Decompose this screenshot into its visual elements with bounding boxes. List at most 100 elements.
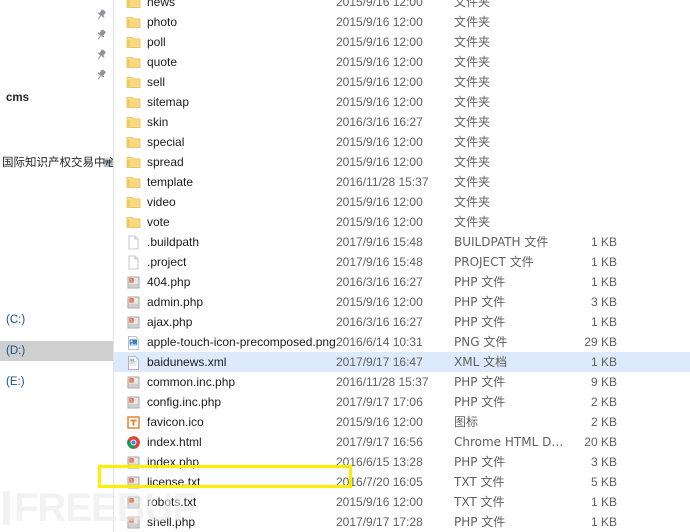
file-name-cell: template bbox=[147, 175, 194, 189]
file-size-cell: 1 KB bbox=[590, 235, 617, 249]
file-row[interactable]: .buildpath 2017/9/16 15:48 BUILDPATH 文件 1 K… bbox=[114, 232, 690, 252]
nav-item[interactable]: cms bbox=[0, 88, 113, 108]
file-row[interactable]: 5 404.php 2016/3/16 16:27 PHP 文件 1 KB bbox=[114, 272, 690, 292]
file-row[interactable]: 5 robots.txt 2015/9/16 12:00 TXT 文件 1 KB bbox=[114, 492, 690, 512]
file-date-cell: 2016/3/16 16:27 bbox=[336, 275, 423, 289]
file-size-cell bbox=[557, 72, 617, 92]
file-row[interactable]: template 2016/11/28 15:37 文件夹 bbox=[114, 172, 690, 192]
file-size-cell bbox=[557, 0, 617, 12]
php-file-icon: 5 bbox=[126, 375, 141, 390]
file-type-cell: 文件夹 bbox=[454, 35, 491, 49]
file-size-cell: 20 KB bbox=[584, 435, 617, 449]
file-row[interactable]: apple-touch-icon-precomposed.png 2016/6/1… bbox=[114, 332, 690, 352]
file-row[interactable]: 5 config.inc.php 2017/9/17 17:06 PHP 文件 2 KB bbox=[114, 392, 690, 412]
pin-icon[interactable] bbox=[94, 8, 108, 22]
file-row[interactable]: index.html 2017/9/17 16:56 Chrome HTML D… 2… bbox=[114, 432, 690, 452]
file-row[interactable]: 5 ajax.php 2016/3/16 16:27 PHP 文件 1 KB bbox=[114, 312, 690, 332]
navigation-pane[interactable]: cms 国际知识产权交易中心金 (C:) (D:) (E:) bbox=[0, 0, 114, 532]
file-size-cell bbox=[557, 132, 617, 152]
file-size-cell: 1 KB bbox=[590, 495, 617, 509]
file-row[interactable]: .project 2017/9/16 15:48 PROJECT 文件 1 KB bbox=[114, 252, 690, 272]
folder-icon bbox=[126, 15, 141, 30]
file-row[interactable]: news 2015/9/16 12:00 文件夹 bbox=[114, 0, 690, 12]
file-type-cell: 文件夹 bbox=[454, 195, 491, 209]
pin-icon[interactable] bbox=[94, 68, 108, 82]
pin-icon[interactable] bbox=[94, 28, 108, 42]
file-size-cell: 1 KB bbox=[590, 275, 617, 289]
nav-item[interactable]: (D:) bbox=[0, 341, 113, 361]
file-date-cell: 2016/7/20 16:05 bbox=[336, 475, 423, 489]
nav-item[interactable]: (C:) bbox=[0, 310, 113, 330]
file-name-cell: .buildpath bbox=[147, 235, 200, 249]
nav-item[interactable]: 国际知识产权交易中心金 bbox=[0, 152, 113, 172]
file-date-cell: 2015/9/16 12:00 bbox=[336, 35, 423, 49]
file-row[interactable]: special 2015/9/16 12:00 文件夹 bbox=[114, 132, 690, 152]
file-row[interactable]: sitemap 2015/9/16 12:00 文件夹 bbox=[114, 92, 690, 112]
file-row[interactable]: photo 2015/9/16 12:00 文件夹 bbox=[114, 12, 690, 32]
pin-icon[interactable] bbox=[94, 48, 108, 62]
nav-item-label: cms bbox=[6, 92, 30, 104]
file-date-cell: 2015/9/16 12:00 bbox=[336, 75, 423, 89]
file-row[interactable]: baidunews.xml 2017/9/17 16:47 XML 文档 1 KB bbox=[114, 352, 690, 372]
file-row[interactable]: 5 admin.php 2015/9/16 12:00 PHP 文件 3 KB bbox=[114, 292, 690, 312]
freebuf-watermark: FREEBUF bbox=[2, 486, 197, 530]
php-file-icon: 5 bbox=[126, 395, 141, 410]
folder-icon bbox=[126, 75, 141, 90]
file-row[interactable]: 5 index.php 2016/6/15 13:28 PHP 文件 3 KB bbox=[114, 452, 690, 472]
file-date-cell: 2015/9/16 12:00 bbox=[336, 195, 423, 209]
file-date-cell: 2016/6/14 10:31 bbox=[336, 335, 423, 349]
file-row[interactable]: video 2015/9/16 12:00 文件夹 bbox=[114, 192, 690, 212]
file-name-cell: index.php bbox=[147, 455, 200, 469]
file-explorer-window: cms 国际知识产权交易中心金 (C:) (D:) (E:) news 2015/9/16… bbox=[0, 0, 690, 532]
chrome-html-icon bbox=[126, 435, 141, 450]
file-row[interactable]: poll 2015/9/16 12:00 文件夹 bbox=[114, 32, 690, 52]
file-row[interactable]: spread 2015/9/16 12:00 文件夹 bbox=[114, 152, 690, 172]
file-size-cell bbox=[557, 212, 617, 232]
file-name-cell: special bbox=[147, 135, 185, 149]
file-size-cell: 1 KB bbox=[590, 355, 617, 369]
file-name-cell: baidunews.xml bbox=[147, 355, 227, 369]
nav-item-label: 国际知识产权交易中心金 bbox=[2, 155, 113, 169]
file-row[interactable]: 5 license.txt 2016/7/20 16:05 TXT 文件 5 KB bbox=[114, 472, 690, 492]
file-row[interactable]: skin 2016/3/16 16:27 文件夹 bbox=[114, 112, 690, 132]
file-date-cell: 2017/9/16 15:48 bbox=[336, 255, 423, 269]
file-name-cell: .project bbox=[147, 255, 187, 269]
file-row[interactable]: 5 common.inc.php 2016/11/28 15:37 PHP 文件 9 K… bbox=[114, 372, 690, 392]
file-row[interactable]: sell 2015/9/16 12:00 文件夹 bbox=[114, 72, 690, 92]
nav-item-label: (C:) bbox=[6, 314, 26, 326]
file-date-cell: 2016/11/28 15:37 bbox=[336, 375, 429, 389]
file-row[interactable]: 5 shell.php 2017/9/17 17:28 PHP 文件 1 KB bbox=[114, 512, 690, 532]
file-name-cell: config.inc.php bbox=[147, 395, 222, 409]
file-row[interactable]: vote 2015/9/16 12:00 文件夹 bbox=[114, 212, 690, 232]
file-size-cell bbox=[557, 32, 617, 52]
file-size-cell: 1 KB bbox=[590, 255, 617, 269]
watermark-text: FREEBUF bbox=[14, 486, 197, 530]
file-type-cell: 文件夹 bbox=[454, 175, 491, 189]
file-list[interactable]: news 2015/9/16 12:00 文件夹 photo 2015/9/16 12:… bbox=[114, 0, 690, 532]
file-name-cell: spread bbox=[147, 155, 184, 169]
file-row[interactable]: quote 2015/9/16 12:00 文件夹 bbox=[114, 52, 690, 72]
file-type-cell: PHP 文件 bbox=[454, 315, 506, 329]
nav-item[interactable]: (E:) bbox=[0, 372, 113, 392]
file-date-cell: 2015/9/16 12:00 bbox=[336, 415, 423, 429]
folder-icon bbox=[126, 55, 141, 70]
file-name-cell: favicon.ico bbox=[147, 415, 204, 429]
nav-item-label: (E:) bbox=[6, 376, 25, 388]
file-name-cell: poll bbox=[147, 35, 166, 49]
file-type-cell: 文件夹 bbox=[454, 0, 491, 9]
folder-icon bbox=[126, 115, 141, 130]
file-row[interactable]: favicon.ico 2015/9/16 12:00 图标 2 KB bbox=[114, 412, 690, 432]
file-size-cell: 29 KB bbox=[584, 335, 617, 349]
file-name-cell: apple-touch-icon-precomposed.png bbox=[147, 335, 336, 349]
file-name-cell: ajax.php bbox=[147, 315, 193, 329]
ico-file-icon bbox=[126, 415, 141, 430]
watermark-bar bbox=[3, 491, 10, 525]
file-name-cell: common.inc.php bbox=[147, 375, 236, 389]
file-type-cell: 文件夹 bbox=[454, 75, 491, 89]
file-name-cell: admin.php bbox=[147, 295, 204, 309]
file-size-cell bbox=[557, 192, 617, 212]
file-type-cell: Chrome HTML D… bbox=[454, 435, 564, 449]
file-size-cell bbox=[557, 52, 617, 72]
file-date-cell: 2016/3/16 16:27 bbox=[336, 115, 423, 129]
file-name-cell: sitemap bbox=[147, 95, 190, 109]
